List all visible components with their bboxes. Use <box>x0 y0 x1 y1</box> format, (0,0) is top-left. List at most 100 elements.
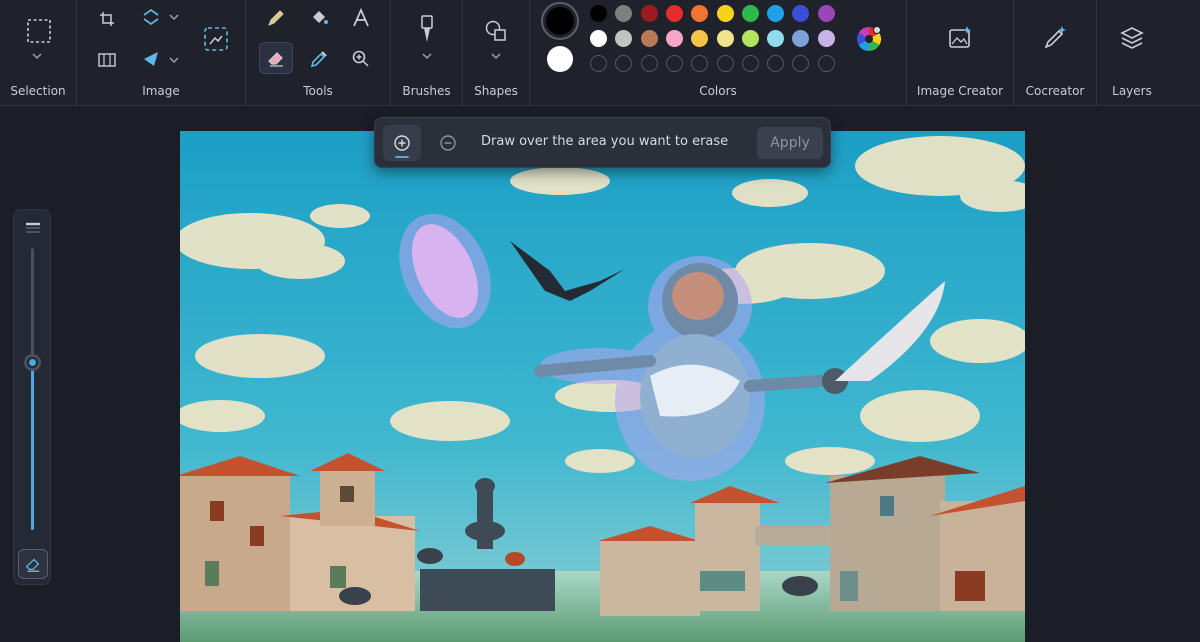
tools-group: Tools <box>246 0 390 106</box>
brushes-label: Brushes <box>402 84 451 98</box>
tools-label: Tools <box>303 84 333 98</box>
brush-size-fill <box>31 361 34 530</box>
custom-color-slot[interactable] <box>590 55 607 72</box>
remove-area-button[interactable] <box>429 125 467 161</box>
rotate-icon <box>144 52 158 66</box>
color-swatch[interactable] <box>590 30 607 47</box>
canvas-picture <box>180 131 1025 642</box>
primary-color-swatch <box>546 7 574 35</box>
erase-hint-text: Draw over the area you want to erase <box>481 134 729 149</box>
eraser-icon <box>268 52 283 67</box>
pencil-icon <box>268 10 284 26</box>
layers-group: Layers <box>1097 0 1167 106</box>
text-button[interactable] <box>348 5 374 31</box>
paint-bucket-icon <box>313 11 328 24</box>
custom-color-slot[interactable] <box>640 55 658 72</box>
color-swatch[interactable] <box>640 5 658 22</box>
color-swatch[interactable] <box>792 5 810 22</box>
image-creator-button[interactable] <box>944 22 976 54</box>
color-swatch[interactable] <box>615 5 633 22</box>
eraser-icon <box>25 558 40 572</box>
pencil-button[interactable] <box>263 5 289 31</box>
rotate-button[interactable] <box>139 48 163 70</box>
cocreator-group: Cocreator <box>1014 0 1096 106</box>
custom-color-slot[interactable] <box>691 55 709 72</box>
color-swatch[interactable] <box>665 5 683 22</box>
color-swatch[interactable] <box>665 30 683 47</box>
brush-icon <box>421 15 433 42</box>
cocreator-brush-icon <box>1044 26 1066 49</box>
image-creator-group: Image Creator <box>907 0 1013 106</box>
fill-button[interactable] <box>306 5 332 31</box>
image-grid-icon <box>98 53 116 67</box>
custom-color-slot[interactable] <box>817 55 835 72</box>
chevron-down-icon[interactable] <box>169 56 179 64</box>
resize-button[interactable] <box>139 6 163 28</box>
shapes-button[interactable] <box>481 16 511 46</box>
custom-color-slot[interactable] <box>665 55 683 72</box>
color-swatch[interactable] <box>691 5 709 22</box>
colors-label: Colors <box>699 84 737 98</box>
rectangle-select-icon <box>27 19 51 43</box>
remove-background-button[interactable] <box>201 24 231 54</box>
magnifier-button[interactable] <box>348 46 374 72</box>
ribbon-toolbar: Selection Image Tools Brushes Shapes Col… <box>0 0 1200 106</box>
zoom-in-icon <box>352 50 369 67</box>
remove-background-icon <box>204 27 228 51</box>
chevron-down-icon[interactable] <box>422 52 432 60</box>
chevron-down-icon[interactable] <box>491 52 501 60</box>
color-swatch[interactable] <box>691 30 709 47</box>
eraser-button[interactable] <box>259 42 293 74</box>
brush-size-panel <box>13 209 51 585</box>
add-area-button[interactable] <box>383 125 421 161</box>
text-icon <box>353 8 369 27</box>
color-swatch[interactable] <box>741 30 759 47</box>
eraser-mode-button[interactable] <box>18 549 48 579</box>
shapes-icon <box>485 20 506 41</box>
custom-color-slot[interactable] <box>792 55 810 72</box>
color-swatch[interactable] <box>640 30 658 47</box>
custom-color-slot[interactable] <box>767 55 785 72</box>
custom-color-slot[interactable] <box>716 55 734 72</box>
color-swatch[interactable] <box>590 5 607 22</box>
colors-group: Colors <box>530 0 906 106</box>
layers-button[interactable] <box>1116 22 1148 54</box>
selection-group: Selection <box>0 0 76 106</box>
color-swatch[interactable] <box>817 30 835 47</box>
crop-button[interactable] <box>96 8 118 30</box>
color-swatch[interactable] <box>741 5 759 22</box>
brushes-button[interactable] <box>412 12 442 46</box>
chevron-down-icon[interactable] <box>169 13 179 21</box>
cocreator-button[interactable] <box>1039 22 1071 54</box>
erase-toolbar: Draw over the area you want to erase App… <box>374 117 831 168</box>
image-properties-button[interactable] <box>96 49 118 71</box>
color-swatch[interactable] <box>817 5 835 22</box>
color-swatch[interactable] <box>716 30 734 47</box>
primary-color-button[interactable] <box>541 2 579 40</box>
plus-circle-icon <box>394 135 410 151</box>
image-creator-icon <box>949 26 972 48</box>
custom-color-slot[interactable] <box>615 55 633 72</box>
color-swatch[interactable] <box>615 30 633 47</box>
minus-circle-icon <box>440 135 456 151</box>
color-picker-button[interactable] <box>306 46 332 72</box>
selection-button[interactable] <box>22 14 56 48</box>
color-swatch[interactable] <box>792 30 810 47</box>
selection-label: Selection <box>10 84 66 98</box>
edit-colors-button[interactable] <box>854 24 884 54</box>
canvas-image[interactable] <box>180 131 1025 642</box>
apply-button[interactable]: Apply <box>757 127 823 159</box>
active-indicator <box>395 156 409 158</box>
image-label: Image <box>142 84 180 98</box>
brush-size-thumb[interactable] <box>24 353 41 371</box>
color-swatch[interactable] <box>767 30 785 47</box>
secondary-color-button[interactable] <box>546 45 574 73</box>
image-creator-label: Image Creator <box>916 84 1004 98</box>
layers-label: Layers <box>1112 84 1152 98</box>
color-swatch[interactable] <box>767 5 785 22</box>
crop-icon <box>100 12 114 26</box>
color-swatch[interactable] <box>716 5 734 22</box>
chevron-down-icon[interactable] <box>32 52 42 60</box>
custom-color-slot[interactable] <box>741 55 759 72</box>
layers-icon <box>1120 27 1144 49</box>
